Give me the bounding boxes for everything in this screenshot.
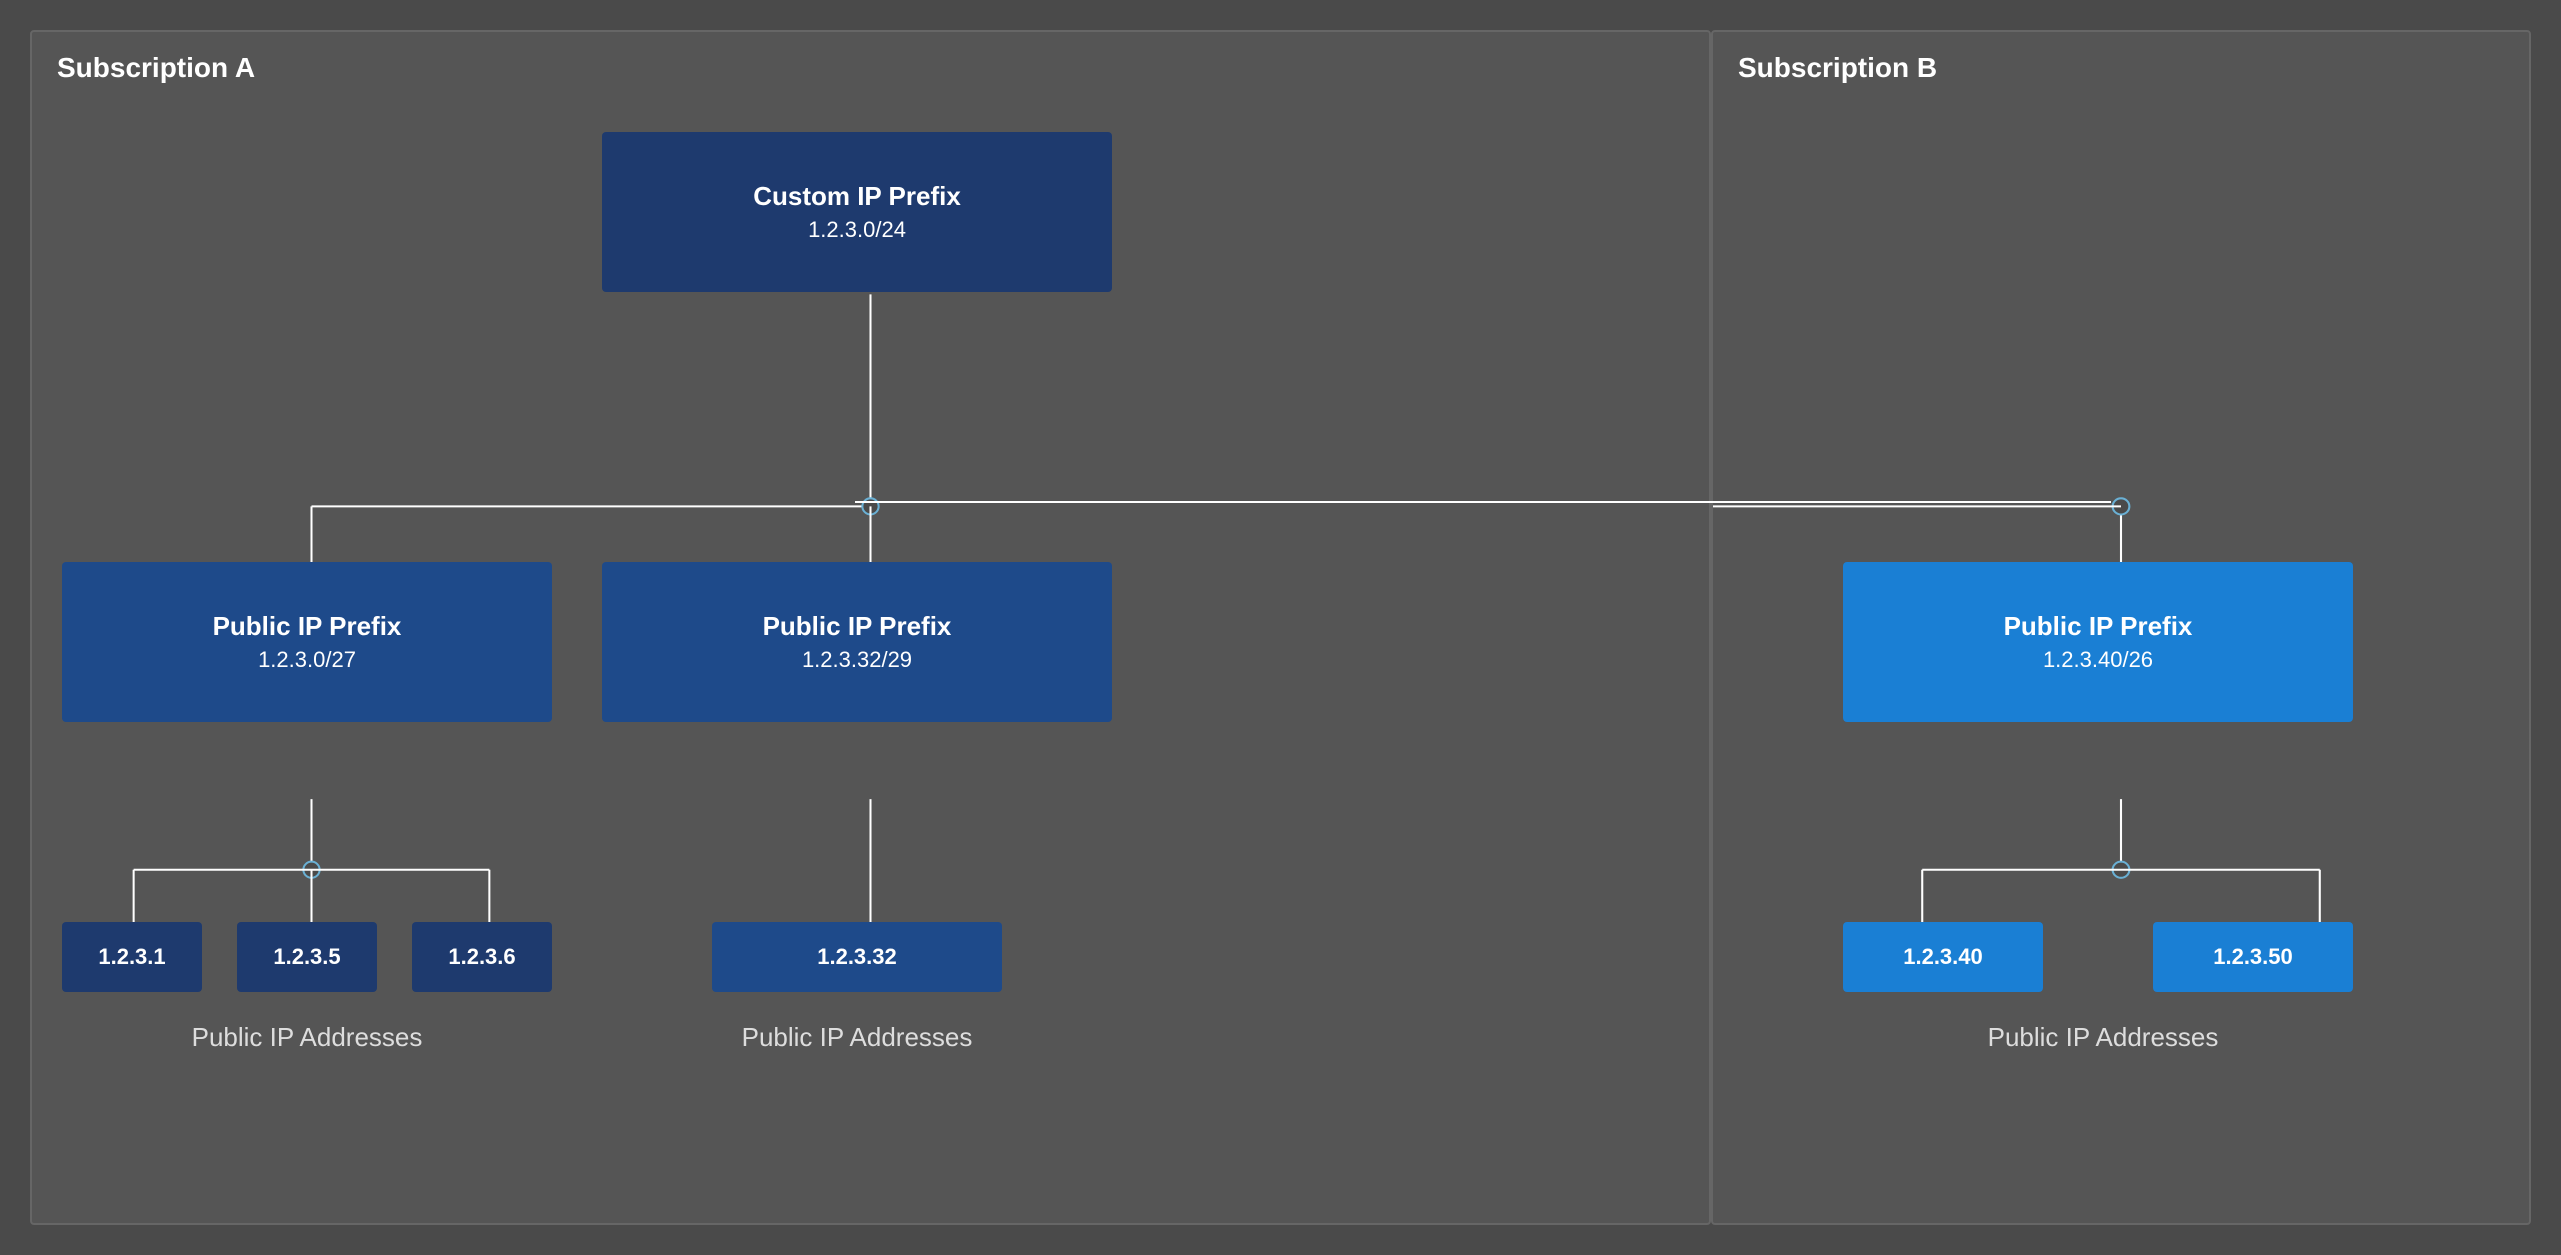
prefix-1-subtitle: 1.2.3.0/27: [258, 647, 356, 673]
ip-1-3-text: 1.2.3.6: [448, 944, 515, 970]
ip-box-3-2: 1.2.3.50: [2153, 922, 2353, 992]
prefix-3-box: Public IP Prefix 1.2.3.40/26: [1843, 562, 2353, 722]
group-2-label: Public IP Addresses: [602, 1022, 1112, 1053]
ip-box-1-1: 1.2.3.1: [62, 922, 202, 992]
custom-ip-prefix-title: Custom IP Prefix: [753, 181, 961, 212]
prefix-1-title: Public IP Prefix: [213, 611, 402, 642]
ip-1-1-text: 1.2.3.1: [98, 944, 165, 970]
prefix-2-box: Public IP Prefix 1.2.3.32/29: [602, 562, 1112, 722]
group-3-label: Public IP Addresses: [1793, 1022, 2413, 1053]
custom-ip-prefix-box: Custom IP Prefix 1.2.3.0/24: [602, 132, 1112, 292]
prefix-1-box: Public IP Prefix 1.2.3.0/27: [62, 562, 552, 722]
prefix-2-title: Public IP Prefix: [763, 611, 952, 642]
ip-box-2-1: 1.2.3.32: [712, 922, 1002, 992]
ip-box-3-1: 1.2.3.40: [1843, 922, 2043, 992]
ip-box-1-3: 1.2.3.6: [412, 922, 552, 992]
subscription-a-label: Subscription A: [57, 52, 255, 84]
subscription-a-panel: Subscription A: [30, 30, 1711, 1225]
custom-ip-prefix-subtitle: 1.2.3.0/24: [808, 217, 906, 243]
ip-1-2-text: 1.2.3.5: [273, 944, 340, 970]
prefix-3-title: Public IP Prefix: [2004, 611, 2193, 642]
group-1-label: Public IP Addresses: [62, 1022, 552, 1053]
ip-3-2-text: 1.2.3.50: [2213, 944, 2293, 970]
ip-3-1-text: 1.2.3.40: [1903, 944, 1983, 970]
prefix-2-subtitle: 1.2.3.32/29: [802, 647, 912, 673]
subscription-b-label: Subscription B: [1738, 52, 1937, 84]
subscription-b-panel: Subscription B: [1711, 30, 2531, 1225]
ip-2-1-text: 1.2.3.32: [817, 944, 897, 970]
prefix-3-subtitle: 1.2.3.40/26: [2043, 647, 2153, 673]
ip-box-1-2: 1.2.3.5: [237, 922, 377, 992]
